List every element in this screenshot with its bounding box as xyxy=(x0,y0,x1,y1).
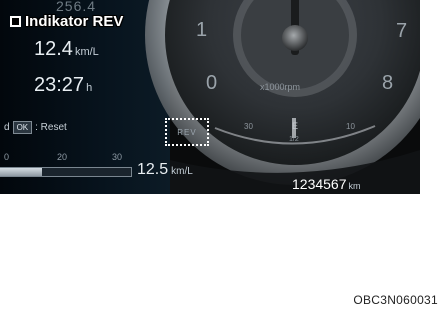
gauge-mark-e: E xyxy=(292,121,299,131)
scale-label-20: 20 xyxy=(57,152,68,162)
scale-label-0: 0 xyxy=(4,152,10,162)
average-unit: km/L xyxy=(171,166,193,177)
fuel-economy-readout: 12.4 km/L xyxy=(34,38,99,61)
reset-prefix: d xyxy=(4,122,10,133)
fuel-bar xyxy=(0,167,132,177)
gauge-mark-half: 1/2 xyxy=(289,136,299,143)
odometer-unit: km xyxy=(348,181,361,191)
fuel-economy-value: 12.4 xyxy=(34,38,73,60)
rev-indicator-label: REV xyxy=(177,127,197,137)
tach-number-0: 0 xyxy=(206,72,218,94)
tach-number-8: 8 xyxy=(382,72,394,94)
gauge-mark-10: 10 xyxy=(346,122,355,131)
odometer: 1234567 km xyxy=(292,176,361,192)
tach-number-1: 1 xyxy=(196,19,208,41)
heading-label: Indikator REV xyxy=(25,12,124,30)
drive-time-unit: h xyxy=(86,82,93,94)
fuel-bar-fill xyxy=(0,168,42,176)
tach-unit-label: x1000rpm xyxy=(260,82,301,92)
drive-time-readout: 23:27 h xyxy=(34,74,92,97)
rev-indicator: REV xyxy=(165,118,209,146)
average-readout: 12.5 km/L xyxy=(137,161,193,179)
instrument-cluster: 256.4 Indikator REV 12.4 km/L 23:27 h d OK… xyxy=(0,0,420,194)
average-value: 12.5 xyxy=(137,161,169,178)
drive-time-value: 23:27 xyxy=(34,74,85,96)
figure-code: OBC3N060031 xyxy=(353,293,438,307)
reset-hint: d OK : Reset xyxy=(4,121,67,134)
tach-number-7: 7 xyxy=(396,20,408,42)
odometer-value: 1234567 xyxy=(292,176,347,192)
gauge-mark-30: 30 xyxy=(244,122,253,131)
fuel-economy-unit: km/L xyxy=(74,46,99,58)
scale-label-30: 30 xyxy=(112,152,123,162)
ok-button[interactable]: OK xyxy=(12,121,33,134)
square-outline-icon xyxy=(10,15,21,27)
reset-label: : Reset xyxy=(35,122,67,133)
indicator-heading: Indikator REV xyxy=(10,12,123,30)
